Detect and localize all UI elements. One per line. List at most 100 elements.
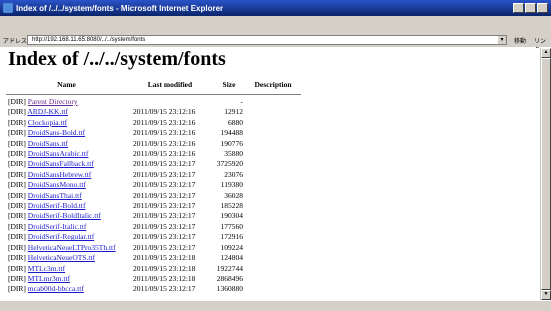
row-size: 6880 (228, 117, 243, 127)
maximize-button[interactable] (525, 3, 536, 13)
go-button[interactable]: 移動 (514, 36, 526, 45)
row-description (245, 243, 301, 253)
page-content: Index of /../../system/fonts Name Last m… (0, 48, 540, 300)
row-size: - (240, 97, 244, 106)
dir-tag: [DIR] (8, 128, 26, 138)
table-row: [DIR] ARDJ-KK.ttf 2011/09/15 23:12:16 1291… (6, 107, 301, 117)
dir-tag: [DIR] (8, 190, 26, 200)
row-size: 12912 (224, 107, 243, 117)
file-link[interactable]: mcab00d-bbcca.ttf (28, 284, 84, 293)
row-description (245, 180, 301, 190)
scroll-down-icon[interactable]: ▼ (541, 290, 551, 300)
vertical-scrollbar[interactable]: ▲ ▼ (540, 48, 551, 300)
chevron-down-icon[interactable]: ▾ (498, 36, 506, 44)
file-link[interactable]: MTLmr3m.ttf (28, 274, 70, 283)
row-date: 2011/09/15 23:12:17 (133, 190, 196, 200)
row-description (245, 253, 301, 263)
row-size: 35880 (224, 149, 243, 159)
file-link[interactable]: DroidSansMono.ttf (28, 180, 86, 189)
file-link[interactable]: DroidSansFallback.ttf (28, 159, 94, 168)
row-description (245, 170, 301, 180)
row-size: 3725920 (216, 159, 243, 169)
dir-tag: [DIR] (8, 273, 26, 283)
row-size: 2868496 (216, 273, 243, 283)
file-link[interactable]: DroidSans.ttf (28, 139, 68, 148)
file-link[interactable]: ARDJ-KK.ttf (27, 107, 68, 116)
row-description (245, 211, 301, 221)
row-size: 109224 (220, 242, 244, 252)
address-input[interactable]: http://192.168.11.65:8080/../../system/f… (27, 35, 507, 45)
row-description (245, 264, 301, 274)
row-date: 2011/09/15 23:12:17 (133, 232, 196, 242)
table-row: [DIR] MTLc3m.ttf 2011/09/15 23:12:18 19227… (6, 264, 301, 274)
row-size: 1360880 (216, 284, 243, 294)
col-size[interactable]: Size (213, 78, 245, 91)
dir-tag: [DIR] (8, 149, 26, 159)
row-size: 124804 (220, 253, 244, 263)
table-row: [DIR] Clockopia.ttf 2011/09/15 23:12:16 68… (6, 118, 301, 128)
col-name[interactable]: Name (6, 78, 127, 91)
file-link[interactable]: DroidSerif-BoldItalic.ttf (28, 211, 101, 220)
row-date: 2011/09/15 23:12:17 (133, 242, 196, 252)
dir-tag: [DIR] (8, 232, 26, 242)
scrollbar-thumb[interactable] (541, 58, 551, 290)
row-date: 2011/09/15 23:12:17 (133, 284, 196, 294)
file-link[interactable]: DroidSans-Bold.ttf (28, 128, 85, 137)
status-bar (0, 300, 551, 311)
file-link[interactable]: MTLc3m.ttf (28, 264, 65, 273)
table-row: [DIR] Parent Directory - (6, 97, 301, 107)
dir-tag: [DIR] (8, 180, 26, 190)
table-row: [DIR] DroidSansArabic.ttf 2011/09/15 23:1… (6, 149, 301, 159)
file-link[interactable]: Clockopia.ttf (28, 118, 67, 127)
close-button[interactable] (537, 3, 548, 13)
row-date: 2011/09/15 23:12:16 (133, 117, 196, 127)
dir-tag: [DIR] (8, 138, 26, 148)
row-date: 2011/09/15 23:12:17 (133, 180, 196, 190)
table-row: [DIR] HelveticaNeueLTPro35Th.ttf 2011/09/… (6, 243, 301, 253)
row-size: 177560 (220, 221, 244, 231)
table-row: [DIR] DroidSerif-Bold.ttf 2011/09/15 23:1… (6, 201, 301, 211)
table-header-row: Name Last modified Size Description (6, 78, 301, 91)
row-description (245, 284, 301, 294)
row-date: 2011/09/15 23:12:18 (133, 273, 196, 283)
file-link[interactable]: DroidSansArabic.ttf (28, 149, 89, 158)
dir-tag: [DIR] (8, 211, 26, 221)
file-table: Name Last modified Size Description [DIR… (6, 78, 301, 295)
row-date: 2011/09/15 23:12:18 (133, 263, 196, 273)
window-controls (513, 3, 548, 13)
file-link[interactable]: DroidSerif-Regular.ttf (28, 232, 94, 241)
dir-tag: [DIR] (8, 169, 26, 179)
table-row: [DIR] DroidSerif-BoldItalic.ttf 2011/09/1… (6, 211, 301, 221)
row-description (245, 274, 301, 284)
row-description (245, 149, 301, 159)
file-link[interactable]: HelveticaNeueOTS.ttf (28, 253, 95, 262)
table-row: [DIR] DroidSansHebrew.ttf 2011/09/15 23:1… (6, 170, 301, 180)
file-link[interactable]: DroidSerif-Italic.ttf (28, 222, 87, 231)
col-last-modified[interactable]: Last modified (127, 78, 213, 91)
dir-tag: [DIR] (8, 263, 26, 273)
row-size: 36028 (224, 190, 243, 200)
col-description[interactable]: Description (245, 78, 301, 91)
row-date: 2011/09/15 23:12:17 (133, 221, 196, 231)
window-titlebar: Index of /../../system/fonts - Microsoft… (0, 0, 551, 16)
dir-tag: [DIR] (8, 242, 26, 252)
file-link[interactable]: DroidSansHebrew.ttf (28, 170, 91, 179)
minimize-button[interactable] (513, 3, 524, 13)
table-row: [DIR] DroidSerif-Italic.ttf 2011/09/15 23… (6, 222, 301, 232)
file-link[interactable]: DroidSerif-Bold.ttf (28, 201, 86, 210)
row-description (245, 191, 301, 201)
scroll-up-icon[interactable]: ▲ (541, 48, 551, 58)
dir-tag: [DIR] (8, 107, 26, 117)
file-link[interactable]: DroidSansThai.ttf (28, 191, 82, 200)
row-date: 2011/09/15 23:12:16 (133, 149, 196, 159)
table-row: [DIR] DroidSansMono.ttf 2011/09/15 23:12:… (6, 180, 301, 190)
table-row: [DIR] DroidSerif-Regular.ttf 2011/09/15 2… (6, 232, 301, 242)
page-title: Index of /../../system/fonts (8, 48, 226, 70)
parent-directory-link[interactable]: Parent Directory (28, 97, 78, 106)
row-size: 1922744 (216, 263, 243, 273)
file-link[interactable]: HelveticaNeueLTPro35Th.ttf (28, 243, 116, 252)
row-size: 23076 (224, 169, 243, 179)
row-size: 194488 (220, 128, 244, 138)
row-size: 185228 (220, 201, 244, 211)
row-description (245, 232, 301, 242)
